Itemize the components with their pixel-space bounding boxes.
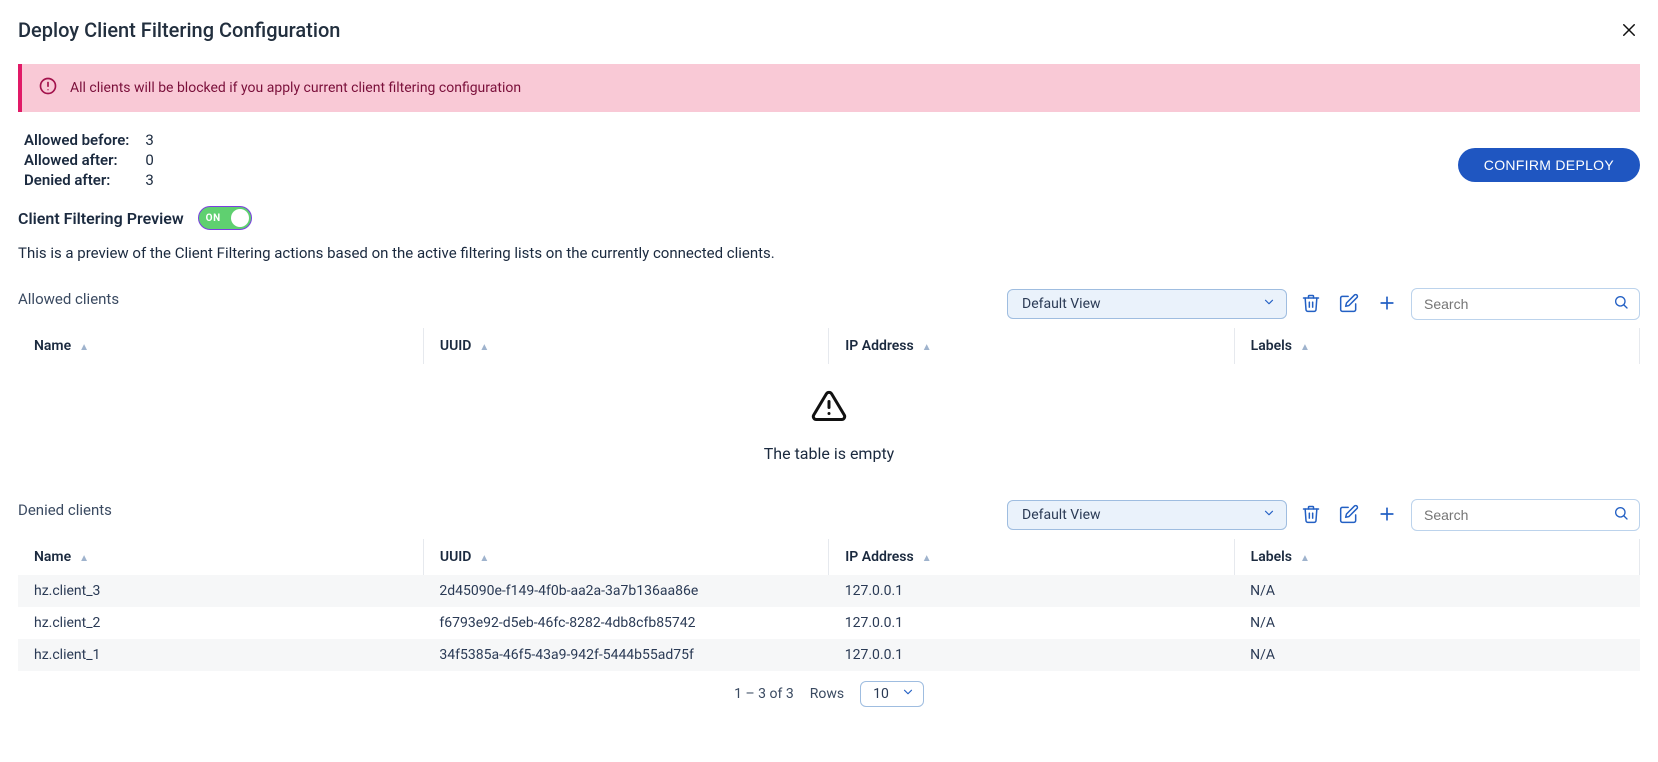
allowed-table: Name ▲ UUID ▲ IP Address ▲ Labels ▲ [18,328,1640,364]
denied-search-box[interactable] [1411,499,1640,531]
edit-icon [1339,504,1359,527]
close-button[interactable] [1618,18,1640,46]
cell-labels: N/A [1234,575,1639,607]
cell-name: hz.client_3 [18,575,423,607]
sort-asc-icon: ▲ [79,342,89,353]
allowed-after-label: Allowed after: [18,150,139,170]
sort-asc-icon: ▲ [479,342,489,353]
sort-asc-icon: ▲ [922,342,932,353]
denied-view-label: Default View [1022,507,1101,523]
confirm-deploy-button[interactable]: CONFIRM DEPLOY [1458,148,1640,182]
col-label: Labels [1251,549,1292,565]
rows-label: Rows [810,686,844,702]
plus-icon [1377,504,1397,527]
preview-title: Client Filtering Preview [18,209,184,228]
chevron-down-icon [1262,506,1276,524]
allowed-search-input[interactable] [1422,295,1607,313]
denied-section-title: Denied clients [18,501,112,519]
alert-icon [38,76,58,100]
allowed-before-value: 3 [139,130,159,150]
denied-delete-button[interactable] [1297,500,1325,531]
table-row[interactable]: hz.client_3 2d45090e-f149-4f0b-aa2a-3a7b… [18,575,1640,607]
toggle-knob [231,209,249,227]
allowed-empty-message: The table is empty [18,444,1640,463]
allowed-col-labels[interactable]: Labels ▲ [1234,328,1639,364]
allowed-col-ip[interactable]: IP Address ▲ [829,328,1234,364]
trash-icon [1301,293,1321,316]
denied-view-select[interactable]: Default View [1007,500,1287,530]
sort-asc-icon: ▲ [1300,342,1310,353]
cell-labels: N/A [1234,607,1639,639]
alert-message: All clients will be blocked if you apply… [70,80,521,96]
rows-value: 10 [873,686,889,702]
allowed-col-name[interactable]: Name ▲ [18,328,423,364]
sort-asc-icon: ▲ [922,553,932,564]
toggle-label: ON [206,213,221,224]
preview-description: This is a preview of the Client Filterin… [18,244,1640,262]
denied-col-labels[interactable]: Labels ▲ [1234,539,1639,575]
cell-name: hz.client_1 [18,639,423,671]
plus-icon [1377,293,1397,316]
allowed-edit-button[interactable] [1335,289,1363,320]
table-row[interactable]: hz.client_2 f6793e92-d5eb-46fc-8282-4db8… [18,607,1640,639]
denied-after-label: Denied after: [18,170,139,190]
col-label: UUID [440,549,472,565]
col-label: Name [34,549,71,565]
sort-asc-icon: ▲ [79,553,89,564]
denied-pagination: 1 – 3 of 3 Rows 10 [18,681,1640,707]
preview-toggle[interactable]: ON [198,206,252,230]
warning-triangle-icon [18,388,1640,424]
chevron-down-icon [901,685,915,703]
denied-after-value: 3 [139,170,159,190]
allowed-section-title: Allowed clients [18,290,119,308]
allowed-col-uuid[interactable]: UUID ▲ [423,328,828,364]
col-label: Name [34,338,71,354]
search-icon [1613,505,1629,525]
allowed-add-button[interactable] [1373,289,1401,320]
denied-col-name[interactable]: Name ▲ [18,539,423,575]
cell-ip: 127.0.0.1 [829,575,1234,607]
denied-col-ip[interactable]: IP Address ▲ [829,539,1234,575]
modal-title: Deploy Client Filtering Configuration [18,18,340,42]
cell-labels: N/A [1234,639,1639,671]
allowed-view-label: Default View [1022,296,1101,312]
allowed-search-box[interactable] [1411,288,1640,320]
denied-col-uuid[interactable]: UUID ▲ [423,539,828,575]
denied-edit-button[interactable] [1335,500,1363,531]
warning-alert: All clients will be blocked if you apply… [18,64,1640,112]
edit-icon [1339,293,1359,316]
chevron-down-icon [1262,295,1276,313]
cell-uuid: 2d45090e-f149-4f0b-aa2a-3a7b136aa86e [423,575,828,607]
allowed-after-value: 0 [139,150,159,170]
cell-uuid: 34f5385a-46f5-43a9-942f-5444b55ad75f [423,639,828,671]
denied-add-button[interactable] [1373,500,1401,531]
cell-name: hz.client_2 [18,607,423,639]
sort-asc-icon: ▲ [1300,553,1310,564]
denied-search-input[interactable] [1422,506,1607,524]
allowed-view-select[interactable]: Default View [1007,289,1287,319]
col-label: IP Address [845,549,913,565]
cell-ip: 127.0.0.1 [829,607,1234,639]
allowed-delete-button[interactable] [1297,289,1325,320]
table-row[interactable]: hz.client_1 34f5385a-46f5-43a9-942f-5444… [18,639,1640,671]
cell-uuid: f6793e92-d5eb-46fc-8282-4db8cfb85742 [423,607,828,639]
pagination-range: 1 – 3 of 3 [734,686,794,702]
sort-asc-icon: ▲ [479,553,489,564]
col-label: UUID [440,338,472,354]
close-icon [1620,18,1638,45]
trash-icon [1301,504,1321,527]
cell-ip: 127.0.0.1 [829,639,1234,671]
denied-table: Name ▲ UUID ▲ IP Address ▲ Labels ▲ hz.clien… [18,539,1640,671]
rows-per-page-select[interactable]: 10 [860,681,924,707]
allowed-before-label: Allowed before: [18,130,139,150]
allowed-empty-state: The table is empty [18,364,1640,481]
stats-summary: Allowed before: 3 Allowed after: 0 Denie… [18,130,160,190]
col-label: IP Address [845,338,913,354]
search-icon [1613,294,1629,314]
col-label: Labels [1251,338,1292,354]
